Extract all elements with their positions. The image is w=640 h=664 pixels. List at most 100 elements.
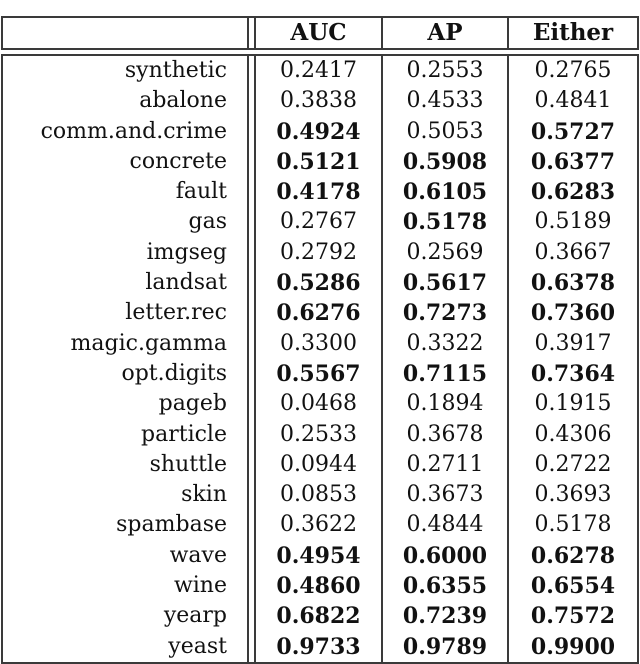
cell-ap: 0.5617 bbox=[402, 270, 488, 297]
cell-either: 0.7364 bbox=[530, 360, 616, 387]
dataset-name: particle bbox=[141, 421, 227, 447]
table-row: fault 0.4178 0.6105 0.6283 bbox=[3, 177, 637, 207]
dataset-name: wine bbox=[173, 573, 227, 599]
cell-ap: 0.6000 bbox=[402, 542, 488, 569]
table-rows: synthetic 0.2417 0.2553 0.2765 abalone 0.3838… bbox=[3, 56, 637, 662]
cell-ap: 0.2553 bbox=[406, 58, 484, 83]
double-divider-left bbox=[247, 18, 249, 48]
cell-auc: 0.5286 bbox=[276, 270, 361, 297]
cell-ap: 0.7115 bbox=[402, 360, 488, 387]
table-row: gas 0.2767 0.5178 0.5189 bbox=[3, 207, 637, 237]
cell-ap: 0.3673 bbox=[406, 482, 484, 508]
dataset-name: skin bbox=[181, 482, 227, 508]
header-ap: AP bbox=[427, 19, 463, 46]
cell-either: 0.6278 bbox=[530, 542, 616, 569]
header-either: Either bbox=[532, 19, 614, 46]
cell-auc: 0.4954 bbox=[276, 542, 361, 569]
cell-ap: 0.2711 bbox=[406, 451, 484, 477]
cell-either: 0.2722 bbox=[534, 451, 612, 477]
dataset-name: imgseg bbox=[146, 239, 227, 265]
header-auc: AUC bbox=[290, 19, 347, 46]
dataset-name: concrete bbox=[129, 148, 227, 174]
cell-auc: 0.6276 bbox=[276, 300, 361, 327]
table-row: wine 0.4860 0.6355 0.6554 bbox=[3, 571, 637, 601]
table-row: synthetic 0.2417 0.2553 0.2765 bbox=[3, 56, 637, 86]
cell-either: 0.6554 bbox=[530, 573, 616, 600]
dataset-name: abalone bbox=[139, 88, 227, 114]
table-row: concrete 0.5121 0.5908 0.6377 bbox=[3, 147, 637, 177]
cell-auc: 0.6822 bbox=[276, 603, 361, 630]
cell-ap: 0.5908 bbox=[402, 148, 488, 175]
cell-auc: 0.2767 bbox=[280, 209, 357, 235]
cell-ap: 0.5178 bbox=[402, 209, 488, 236]
dataset-name: wave bbox=[169, 542, 227, 568]
cell-ap: 0.3678 bbox=[406, 421, 484, 447]
cell-either: 0.5189 bbox=[534, 209, 612, 235]
cell-ap: 0.4533 bbox=[406, 88, 484, 114]
cell-either: 0.2765 bbox=[534, 58, 612, 83]
table-row: pageb 0.0468 0.1894 0.1915 bbox=[3, 389, 637, 419]
cell-either: 0.1915 bbox=[534, 391, 612, 417]
cell-auc: 0.2417 bbox=[280, 58, 357, 83]
dataset-name: comm.and.crime bbox=[40, 118, 227, 144]
dataset-name: yeast bbox=[168, 633, 227, 659]
cell-either: 0.4306 bbox=[534, 421, 612, 447]
cell-auc: 0.5121 bbox=[276, 148, 361, 175]
table-row: opt.digits 0.5567 0.7115 0.7364 bbox=[3, 359, 637, 389]
cell-auc: 0.4924 bbox=[276, 118, 361, 145]
table-row: magic.gamma 0.3300 0.3322 0.3917 bbox=[3, 329, 637, 359]
cell-auc: 0.4178 bbox=[276, 179, 361, 206]
cell-ap: 0.7239 bbox=[402, 603, 488, 630]
cell-ap: 0.6105 bbox=[402, 179, 488, 206]
dataset-name: landsat bbox=[145, 270, 227, 296]
cell-auc: 0.0853 bbox=[280, 482, 357, 508]
cell-ap: 0.3322 bbox=[406, 330, 484, 356]
cell-either: 0.4841 bbox=[534, 88, 612, 114]
table-row: letter.rec 0.6276 0.7273 0.7360 bbox=[3, 298, 637, 328]
table-row: abalone 0.3838 0.4533 0.4841 bbox=[3, 86, 637, 116]
cell-either: 0.5727 bbox=[530, 118, 616, 145]
cell-auc: 0.4860 bbox=[276, 573, 361, 600]
table-row: shuttle 0.0944 0.2711 0.2722 bbox=[3, 450, 637, 480]
cell-either: 0.6378 bbox=[530, 270, 616, 297]
dataset-name: fault bbox=[175, 179, 227, 205]
cell-auc: 0.0944 bbox=[280, 451, 357, 477]
cell-either: 0.5178 bbox=[534, 512, 612, 538]
cell-either: 0.6377 bbox=[530, 148, 616, 175]
cell-either: 0.3667 bbox=[534, 239, 612, 265]
cell-ap: 0.2569 bbox=[406, 239, 484, 265]
cell-auc: 0.3300 bbox=[280, 330, 357, 356]
cell-either: 0.9900 bbox=[530, 633, 616, 660]
cell-auc: 0.9733 bbox=[276, 633, 361, 660]
cell-ap: 0.9789 bbox=[402, 633, 488, 660]
cell-auc: 0.5567 bbox=[276, 360, 361, 387]
table-row: yeast 0.9733 0.9789 0.9900 bbox=[3, 632, 637, 662]
cell-ap: 0.4844 bbox=[406, 512, 484, 538]
table-row: landsat 0.5286 0.5617 0.6378 bbox=[3, 268, 637, 298]
dataset-name: synthetic bbox=[124, 58, 227, 83]
dataset-name: shuttle bbox=[149, 451, 227, 477]
dataset-name: magic.gamma bbox=[70, 330, 227, 356]
cell-ap: 0.6355 bbox=[402, 573, 488, 600]
dataset-name: pageb bbox=[158, 391, 227, 417]
cell-ap: 0.7273 bbox=[402, 300, 488, 327]
table-body: synthetic 0.2417 0.2553 0.2765 abalone 0.3838… bbox=[1, 54, 639, 664]
table-row: yearp 0.6822 0.7239 0.7572 bbox=[3, 601, 637, 631]
table-row: wave 0.4954 0.6000 0.6278 bbox=[3, 541, 637, 571]
table-row: particle 0.2533 0.3678 0.4306 bbox=[3, 420, 637, 450]
cell-ap: 0.1894 bbox=[406, 391, 484, 417]
cell-auc: 0.3838 bbox=[280, 88, 357, 114]
table-row: comm.and.crime 0.4924 0.5053 0.5727 bbox=[3, 117, 637, 147]
dataset-name: opt.digits bbox=[121, 360, 227, 386]
cell-either: 0.7360 bbox=[530, 300, 616, 327]
dataset-name: letter.rec bbox=[125, 300, 227, 326]
dataset-name: yearp bbox=[163, 603, 227, 629]
table-header: AUC AP Either bbox=[1, 16, 639, 50]
cell-auc: 0.2533 bbox=[280, 421, 357, 447]
table-row: imgseg 0.2792 0.2569 0.3667 bbox=[3, 238, 637, 268]
cell-auc: 0.2792 bbox=[280, 239, 357, 265]
table-row: skin 0.0853 0.3673 0.3693 bbox=[3, 480, 637, 510]
table-row: spambase 0.3622 0.4844 0.5178 bbox=[3, 510, 637, 540]
cell-either: 0.3917 bbox=[534, 330, 612, 356]
dataset-name: spambase bbox=[116, 512, 227, 538]
